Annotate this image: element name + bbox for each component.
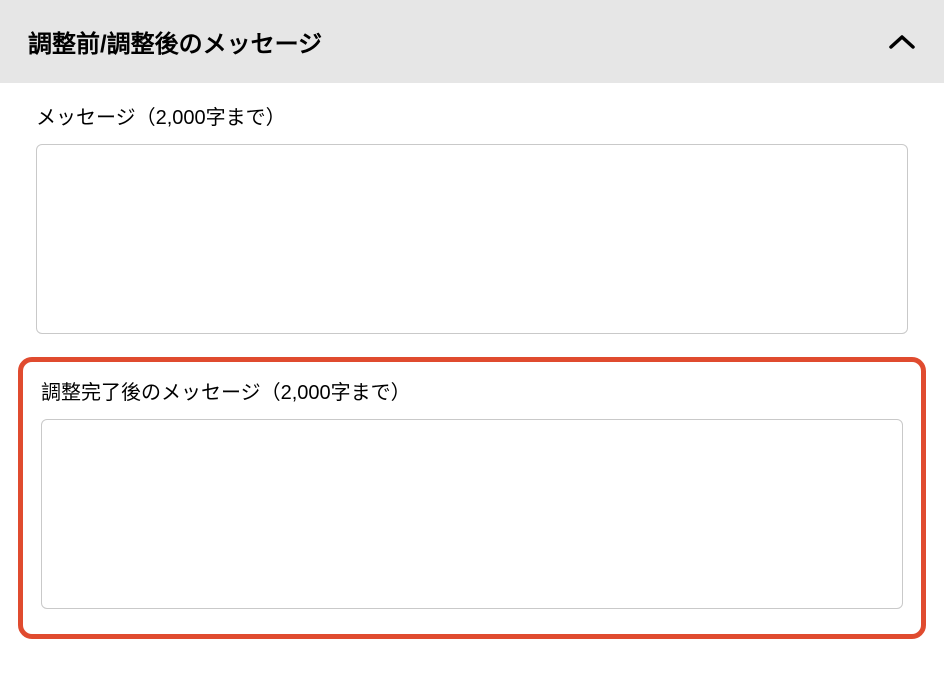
post-adjust-message-field-group: 調整完了後のメッセージ（2,000字まで） [18,357,926,639]
message-label: メッセージ（2,000字まで） [36,101,908,130]
chevron-up-icon [888,28,916,56]
post-adjust-message-textarea[interactable] [41,419,903,609]
post-adjust-message-label: 調整完了後のメッセージ（2,000字まで） [41,376,903,405]
message-textarea[interactable] [36,144,908,334]
section-title: 調整前/調整後のメッセージ [28,24,322,59]
message-field-group: メッセージ（2,000字まで） [36,101,908,339]
section-header[interactable]: 調整前/調整後のメッセージ [0,0,944,83]
form-body: メッセージ（2,000字まで） 調整完了後のメッセージ（2,000字まで） [0,83,944,677]
